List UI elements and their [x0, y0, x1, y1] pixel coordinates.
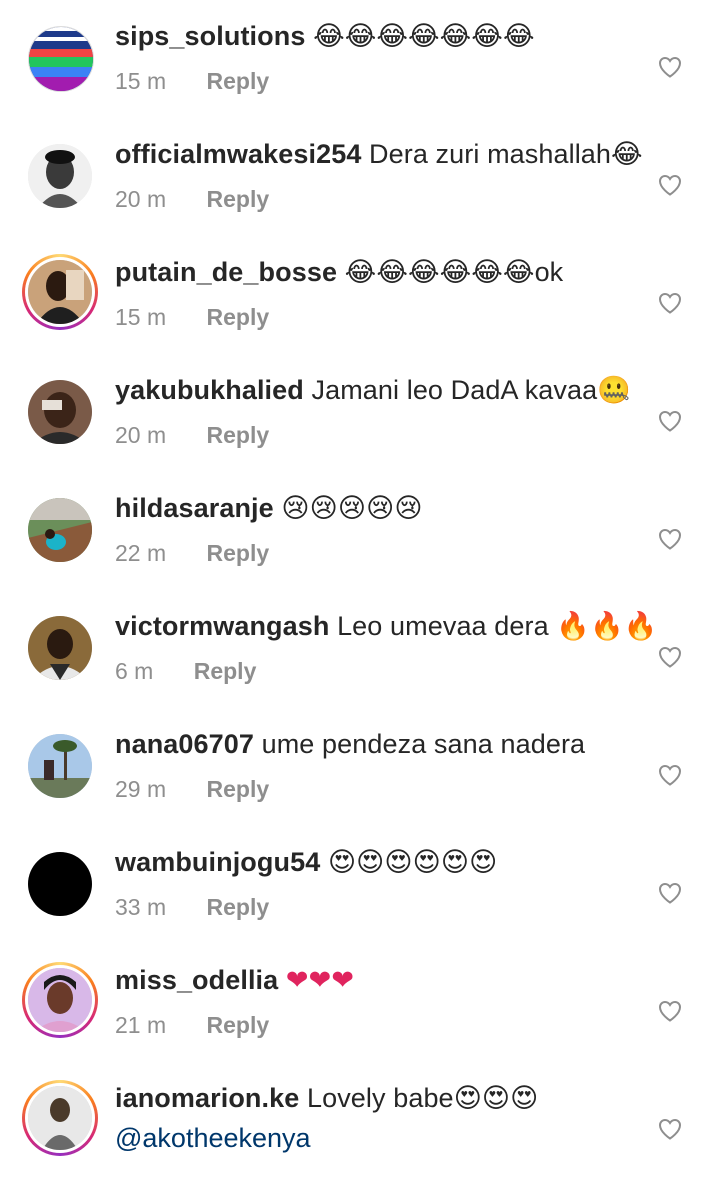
comment-body: Leo umevaa dera: [329, 611, 557, 641]
comment-meta: 6 m Reply: [115, 656, 256, 686]
reply-button[interactable]: Reply: [194, 658, 257, 684]
heart-outline-icon[interactable]: [658, 56, 682, 78]
avatar[interactable]: [22, 1080, 98, 1156]
reply-button[interactable]: Reply: [207, 68, 270, 94]
comment-username[interactable]: ianomarion.ke: [115, 1083, 299, 1113]
comment-timestamp: 6 m: [115, 658, 154, 684]
comment-timestamp: 20 m: [115, 186, 167, 212]
comment-emoji: 😂: [611, 139, 643, 170]
comment-item: wambuinjogu54 😍😍😍😍😍😍 33 m Reply: [0, 844, 720, 962]
comment-emoji: 😂😂😂😂😂😂: [344, 257, 535, 288]
reply-button[interactable]: Reply: [207, 304, 270, 330]
comment-username[interactable]: miss_odellia: [115, 965, 278, 995]
comment-item: putain_de_bosse 😂😂😂😂😂😂ok 15 m Reply: [0, 254, 720, 372]
reply-button[interactable]: Reply: [207, 894, 270, 920]
comment-text: wambuinjogu54 😍😍😍😍😍😍: [115, 844, 497, 881]
avatar[interactable]: [22, 962, 98, 1038]
comment-timestamp: 15 m: [115, 304, 167, 330]
comment-username[interactable]: victormwangash: [115, 611, 329, 641]
comment-timestamp: 33 m: [115, 894, 167, 920]
avatar[interactable]: [22, 20, 98, 96]
avatar[interactable]: [22, 374, 98, 450]
comment-timestamp: 29 m: [115, 776, 167, 802]
comment-body: ume pendeza sana nadera: [254, 729, 586, 759]
comment-item: sips_solutions 😂😂😂😂😂😂😂 15 m Reply: [0, 18, 720, 136]
comment-meta: 22 m Reply: [115, 538, 269, 568]
comment-username[interactable]: officialmwakesi254: [115, 139, 361, 169]
comment-text: miss_odellia ❤❤❤: [115, 962, 354, 999]
reply-button[interactable]: Reply: [207, 422, 270, 448]
comment-text: putain_de_bosse 😂😂😂😂😂😂ok: [115, 254, 563, 291]
comment-timestamp: 15 m: [115, 68, 167, 94]
comment-username[interactable]: wambuinjogu54: [115, 847, 320, 877]
comment-timestamp: 20 m: [115, 422, 167, 448]
comment-mention-link[interactable]: @akotheekenya: [115, 1120, 311, 1156]
comment-body: Jamani leo DadA kavaa: [303, 375, 598, 405]
heart-outline-icon[interactable]: [658, 292, 682, 314]
comment-item: nana06707 ume pendeza sana nadera 29 m R…: [0, 726, 720, 844]
comment-body: Lovely babe: [299, 1083, 454, 1113]
comment-item: yakubukhalied Jamani leo DadA kavaa🤐 20 …: [0, 372, 720, 490]
comment-username[interactable]: nana06707: [115, 729, 254, 759]
comment-text: yakubukhalied Jamani leo DadA kavaa🤐: [115, 372, 631, 409]
comment-meta: 15 m Reply: [115, 302, 269, 332]
reply-button[interactable]: Reply: [207, 1012, 270, 1038]
comment-timestamp: 22 m: [115, 540, 167, 566]
comment-username[interactable]: hildasaranje: [115, 493, 274, 523]
comment-body: Dera zuri mashallah: [361, 139, 612, 169]
comment-meta: 33 m Reply: [115, 892, 269, 922]
comment-emoji: 😍😍😍: [453, 1083, 539, 1114]
reply-button[interactable]: Reply: [207, 186, 270, 212]
comment-text: nana06707 ume pendeza sana nadera: [115, 726, 585, 762]
comment-item: officialmwakesi254 Dera zuri mashallah😂 …: [0, 136, 720, 254]
comment-username[interactable]: yakubukhalied: [115, 375, 304, 405]
avatar[interactable]: [22, 254, 98, 330]
comment-text: victormwangash Leo umevaa dera 🔥🔥🔥: [115, 608, 657, 645]
comment-meta: 29 m Reply: [115, 774, 269, 804]
avatar[interactable]: [22, 492, 98, 568]
comment-body: ok: [534, 257, 564, 287]
avatar[interactable]: [22, 138, 98, 214]
reply-button[interactable]: Reply: [207, 776, 270, 802]
comment-username[interactable]: sips_solutions: [115, 21, 305, 51]
comment-username[interactable]: putain_de_bosse: [115, 257, 337, 287]
heart-outline-icon[interactable]: [658, 1118, 682, 1140]
comment-text: officialmwakesi254 Dera zuri mashallah😂: [115, 136, 643, 173]
comment-meta: 21 m Reply: [115, 1010, 269, 1040]
heart-outline-icon[interactable]: [658, 764, 682, 786]
heart-outline-icon[interactable]: [658, 1000, 682, 1022]
comment-item: hildasaranje 😢😢😢😢😢 22 m Reply: [0, 490, 720, 608]
comment-emoji: 🔥🔥🔥: [556, 611, 658, 642]
heart-outline-icon[interactable]: [658, 410, 682, 432]
comment-emoji: 🤐: [597, 375, 631, 406]
comment-meta: 15 m Reply: [115, 66, 269, 96]
comment-text: ianomarion.ke Lovely babe😍😍😍: [115, 1080, 538, 1117]
comment-item: victormwangash Leo umevaa dera 🔥🔥🔥 6 m R…: [0, 608, 720, 726]
heart-outline-icon[interactable]: [658, 528, 682, 550]
heart-outline-icon[interactable]: [658, 646, 682, 668]
comment-timestamp: 21 m: [115, 1012, 167, 1038]
reply-button[interactable]: Reply: [207, 540, 270, 566]
comment-item: miss_odellia ❤❤❤ 21 m Reply: [0, 962, 720, 1080]
avatar[interactable]: [22, 846, 98, 922]
comment-meta: 20 m Reply: [115, 420, 269, 450]
comment-emoji: ❤❤❤: [285, 965, 355, 996]
comment-item: ianomarion.ke Lovely babe😍😍😍 @akotheeken…: [0, 1080, 720, 1198]
avatar[interactable]: [22, 728, 98, 804]
comment-emoji: 😂😂😂😂😂😂😂: [313, 21, 535, 52]
comment-meta: 20 m Reply: [115, 184, 269, 214]
heart-outline-icon[interactable]: [658, 882, 682, 904]
comment-text: hildasaranje 😢😢😢😢😢: [115, 490, 423, 527]
heart-outline-icon[interactable]: [658, 174, 682, 196]
comment-emoji: 😍😍😍😍😍😍: [327, 847, 498, 878]
comment-text: sips_solutions 😂😂😂😂😂😂😂: [115, 18, 535, 55]
avatar[interactable]: [22, 610, 98, 686]
comment-emoji: 😢😢😢😢😢: [281, 493, 423, 524]
